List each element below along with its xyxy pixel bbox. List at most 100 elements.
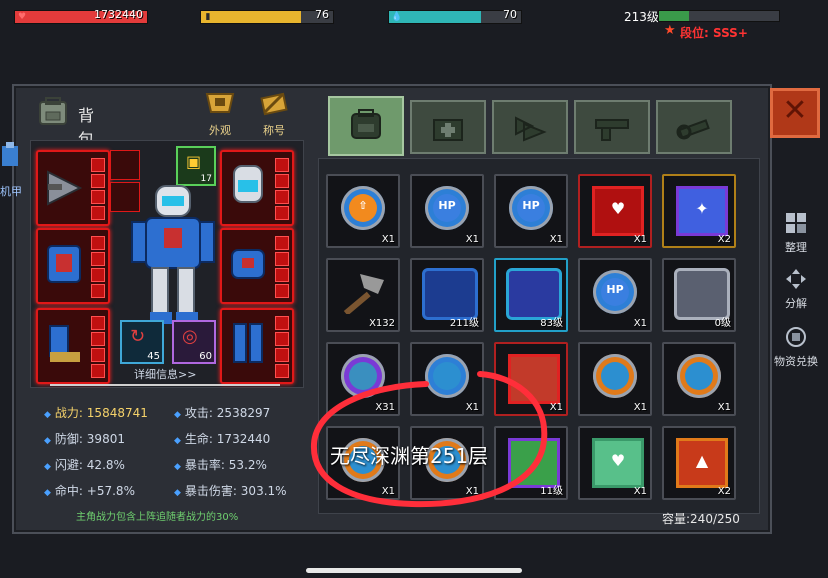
- exchange-label: 物资兑换: [774, 355, 818, 368]
- home-indicator: [306, 568, 522, 573]
- capacity-label: 容量:240/250: [662, 512, 740, 526]
- equip-slot-helmet[interactable]: [220, 150, 294, 226]
- sort-label: 整理: [785, 241, 807, 254]
- stat-dodge: ◆ 闪避: 42.8%: [44, 458, 125, 472]
- stat-defense: ◆ 防御: 39801: [44, 432, 125, 446]
- leg-armor-icon: [233, 323, 263, 363]
- tab-claw[interactable]: [492, 100, 568, 154]
- power-note: 主角战力包含上阵追随者战力的30%: [76, 512, 239, 523]
- inventory-slot[interactable]: ▲ X2: [662, 426, 736, 500]
- hp-orb-icon: HP: [509, 186, 553, 230]
- slot-count: X132: [369, 318, 395, 329]
- slot-count: X1: [633, 486, 647, 497]
- equip-slot-boots[interactable]: [36, 308, 110, 384]
- inventory-slot[interactable]: ⇧ X1: [326, 174, 400, 248]
- tab-gun[interactable]: [574, 100, 650, 154]
- inventory-slot[interactable]: HP X1: [578, 258, 652, 332]
- slot-count: X2: [717, 486, 731, 497]
- decompose-label: 分解: [785, 297, 807, 310]
- slot-count: X1: [633, 318, 647, 329]
- skill-slot-b[interactable]: ◎ 60: [172, 320, 216, 364]
- inventory-slot[interactable]: ✦ X2: [662, 174, 736, 248]
- hammer-icon: [338, 270, 388, 316]
- heart-icon: ♥: [17, 12, 27, 22]
- annotation-ring: [310, 371, 548, 508]
- slot-count: 0级: [714, 318, 731, 329]
- annotation-text: 无尽深渊第251层: [330, 444, 489, 468]
- inventory-slot[interactable]: ♥ X1: [578, 426, 652, 500]
- close-button[interactable]: ✕: [770, 88, 820, 138]
- water-bar: 💧 70: [388, 8, 522, 24]
- claw-icon: [515, 116, 547, 142]
- equip-slot-legs[interactable]: [220, 308, 294, 384]
- diamond-icon: ◆: [44, 488, 51, 498]
- diamond-icon: ◆: [174, 436, 181, 446]
- energy-bar: ▮ 76: [200, 8, 334, 24]
- title-label: 称号: [263, 124, 285, 137]
- mech-side-tab-label: 机甲: [0, 185, 22, 198]
- slot-count: X1: [717, 402, 731, 413]
- equip-slot-chest[interactable]: [36, 228, 110, 304]
- stat-crit-damage: ◆ 暴击伤害: 303.1%: [174, 484, 287, 498]
- tab-medkit[interactable]: [410, 100, 486, 154]
- player-level: 213级: [624, 10, 659, 24]
- water-bar-fill: [389, 11, 482, 23]
- tab-wrench[interactable]: [656, 100, 732, 154]
- inventory-slot[interactable]: 0级: [662, 258, 736, 332]
- inventory-slot[interactable]: HP X1: [410, 174, 484, 248]
- sort-button[interactable]: 整理: [770, 212, 822, 255]
- appearance-button[interactable]: 外观: [200, 90, 240, 138]
- slot-count: X1: [549, 234, 563, 245]
- rank-label: 段位: SSS+: [680, 26, 748, 40]
- diamond-icon: ◆: [44, 436, 51, 446]
- mech-side-tab[interactable]: 机甲: [0, 140, 22, 200]
- equip-slot-weapon[interactable]: [36, 150, 110, 226]
- boost-orb-icon: ⇧: [341, 186, 385, 230]
- title-button[interactable]: 称号: [252, 90, 296, 138]
- diamond-icon: ◆: [174, 410, 181, 420]
- inventory-slot[interactable]: X1: [578, 342, 652, 416]
- split-arrows-icon: [786, 269, 806, 289]
- inventory-slot[interactable]: 83级: [494, 258, 568, 332]
- backpack-icon: [39, 97, 67, 125]
- exchange-icon: [786, 327, 806, 347]
- hp-orb-icon: HP: [593, 270, 637, 314]
- slot-count: 211级: [449, 318, 479, 329]
- inventory-slot[interactable]: ♥ X1: [578, 174, 652, 248]
- detail-info-link[interactable]: 详细信息>>: [134, 366, 196, 382]
- accessory-slot-1[interactable]: [110, 150, 140, 180]
- monitor-icon: ▲: [676, 438, 728, 488]
- mech-part-icon: [674, 268, 730, 320]
- gun-icon: [595, 119, 629, 141]
- hp-orb-icon: HP: [425, 186, 469, 230]
- stat-attack: ◆ 攻击: 2538297: [174, 406, 271, 420]
- inventory-slot[interactable]: X1: [662, 342, 736, 416]
- armor-helmet-icon: [205, 93, 235, 113]
- skill-slot-b-value: 60: [199, 351, 212, 362]
- stat-hit: ◆ 命中: +57.8%: [44, 484, 135, 498]
- medkit-icon: [433, 119, 463, 141]
- inventory-slot[interactable]: 211级: [410, 258, 484, 332]
- star-icon: ★: [664, 23, 676, 38]
- inventory-slot[interactable]: HP X1: [494, 174, 568, 248]
- slot-count: X1: [633, 234, 647, 245]
- decompose-button[interactable]: 分解: [770, 268, 822, 311]
- slot-count: X1: [465, 234, 479, 245]
- energy-value: 76: [315, 8, 329, 21]
- lantern-icon: ▣: [186, 152, 202, 171]
- claw-weapon-icon: [47, 170, 83, 206]
- exchange-button[interactable]: 物资兑换: [766, 326, 826, 369]
- slot-count: X1: [381, 234, 395, 245]
- stat-power: ◆ 战力: 15848741: [44, 406, 148, 420]
- skill-slot-a[interactable]: ↻ 45: [120, 320, 164, 364]
- backpack-icon: [351, 109, 381, 139]
- diamond-icon: ◆: [174, 462, 181, 472]
- equip-slot-gloves[interactable]: [220, 228, 294, 304]
- stat-crit-rate: ◆ 暴击率: 53.2%: [174, 458, 267, 472]
- diamond-icon: ◆: [44, 462, 51, 472]
- inventory-slot[interactable]: X132: [326, 258, 400, 332]
- tab-backpack[interactable]: [328, 96, 404, 156]
- skill-slot-a-value: 45: [147, 351, 160, 362]
- exp-bar-fill: [659, 11, 689, 21]
- drive-orb-icon: [593, 354, 637, 398]
